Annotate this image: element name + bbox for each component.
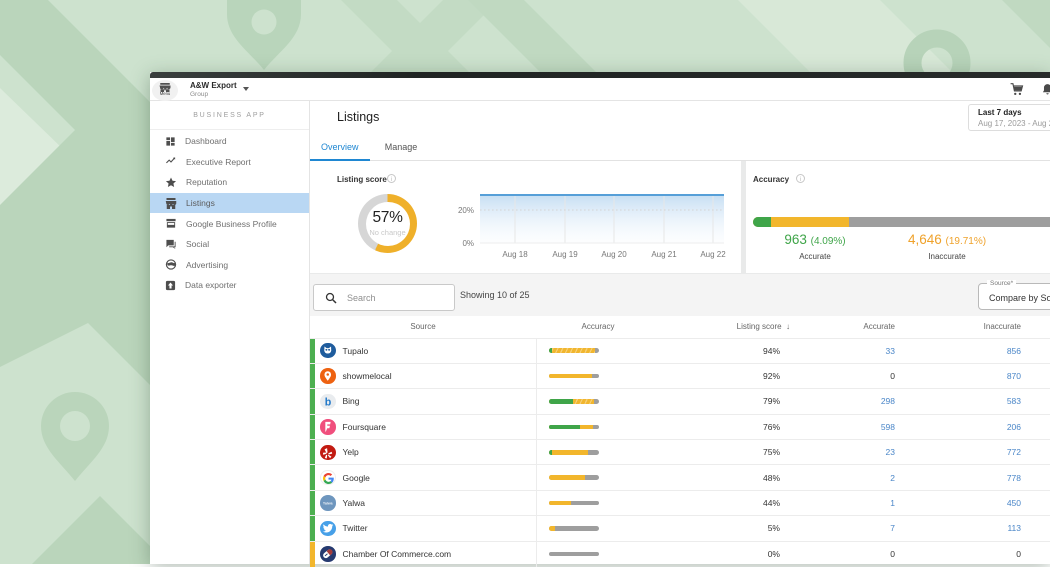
svg-text:b: b [325,396,332,408]
svg-text:20%: 20% [458,206,474,215]
svg-text:0%: 0% [462,239,474,248]
svg-text:Aug 22: Aug 22 [700,250,726,259]
svg-text:Yalwa: Yalwa [323,502,333,506]
svg-text:Aug 20: Aug 20 [601,250,627,259]
svg-text:Aug 18: Aug 18 [502,250,528,259]
svg-text:Aug 19: Aug 19 [552,250,578,259]
svg-text:Aug 21: Aug 21 [651,250,677,259]
